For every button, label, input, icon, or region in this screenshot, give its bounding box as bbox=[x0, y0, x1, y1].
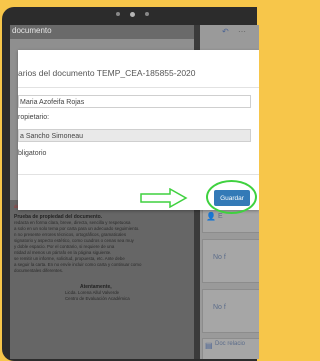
camera-dots bbox=[116, 11, 149, 17]
user-icon: 👤 bbox=[206, 212, 216, 221]
required-label: bligatorio bbox=[18, 150, 47, 157]
owner-field[interactable]: a Sancho Simoneau bbox=[18, 129, 251, 142]
reply-icon[interactable]: ↶ bbox=[222, 27, 229, 36]
card-label: No f bbox=[213, 254, 226, 261]
camera-lens bbox=[130, 11, 135, 17]
more-icon[interactable]: ⋯ bbox=[238, 27, 246, 36]
screen: documento de sellos (Seleccionar la opci… bbox=[10, 25, 259, 359]
highlight-ring bbox=[206, 180, 257, 214]
signer-field[interactable]: Maria Azofeifa Rojas bbox=[18, 95, 251, 108]
document-page: de sellos (Seleccionar la opción correct… bbox=[10, 200, 194, 359]
right-card-2[interactable]: No f bbox=[202, 239, 259, 283]
document-line: ntidad al menos un párrafo en la página … bbox=[14, 250, 112, 255]
document-line: se remitir un informe, solicitud, propue… bbox=[14, 256, 125, 261]
owner-label: ropietario: bbox=[18, 114, 50, 121]
card-label: Doc relacio bbox=[215, 341, 246, 347]
document-title: documento bbox=[12, 26, 52, 35]
document-line: y doble espacio. Por el contrario, si re… bbox=[14, 244, 115, 249]
modal-dialog: arios del documento TEMP_CEA-185855-2020… bbox=[18, 50, 259, 214]
document-icon: ▤ bbox=[205, 341, 213, 350]
document-line: a solo en un solo tema por carta para un… bbox=[14, 226, 140, 231]
document-line: n no presente errores técnicos, ortográf… bbox=[14, 232, 127, 237]
document-line: Centro de Evaluación Académica bbox=[65, 296, 130, 301]
card-label: No f bbox=[213, 304, 226, 311]
document-header: documento bbox=[10, 25, 195, 39]
camera-dot bbox=[145, 12, 149, 16]
document-line: a seguir la carta. En no envíe incluir c… bbox=[14, 262, 142, 267]
document-line: Licda. Lorena Allul Valverde bbox=[65, 290, 120, 295]
document-line: signatorio y aspecto estético, como cuad… bbox=[14, 238, 134, 243]
tablet-frame: documento de sellos (Seleccionar la opci… bbox=[2, 7, 259, 361]
right-card-4[interactable]: ▤ Doc relacio bbox=[202, 338, 259, 359]
arrow-right-icon bbox=[140, 188, 188, 208]
right-card-3[interactable]: No f bbox=[202, 289, 259, 333]
camera-dot bbox=[116, 12, 120, 16]
modal-title: arios del documento TEMP_CEA-185855-2020 bbox=[18, 68, 196, 78]
card-label: E bbox=[218, 213, 223, 220]
modal-footer-divider bbox=[18, 174, 259, 175]
modal-divider bbox=[18, 87, 259, 88]
document-line: redacta en forma clara, breve, directa, … bbox=[14, 220, 131, 225]
document-line: documentales diferentes. bbox=[14, 268, 64, 273]
